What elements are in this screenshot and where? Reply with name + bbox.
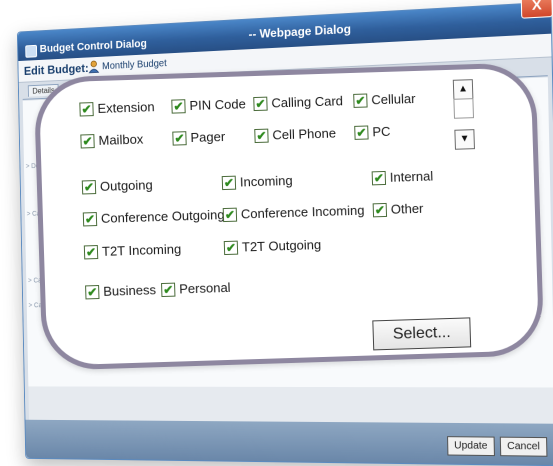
checkmark-icon: ✔ (80, 133, 95, 149)
checkbox-personal[interactable]: ✔ Personal (161, 280, 231, 297)
checkbox-other[interactable]: ✔ Other (372, 200, 424, 218)
user-icon (87, 60, 100, 74)
checkmark-icon: ✔ (353, 92, 368, 108)
window-subtitle: -- Webpage Dialog (248, 21, 352, 42)
checkmark-icon: ✔ (254, 128, 269, 143)
checkbox-label: Pager (190, 128, 226, 146)
cancel-button[interactable]: Cancel (499, 436, 548, 457)
checkmark-icon: ✔ (161, 282, 176, 297)
checkbox-label: Extension (97, 99, 155, 116)
select-button[interactable]: Select... (372, 317, 472, 351)
checkmark-icon: ✔ (171, 98, 186, 114)
checkbox-label: T2T Outgoing (241, 237, 322, 255)
checkbox-label: Personal (178, 279, 231, 297)
checkbox-label: Conference Incoming (240, 202, 365, 222)
checkmark-icon: ✔ (221, 175, 237, 190)
checkbox-label: PC (372, 123, 391, 140)
checkbox-label: Cell Phone (272, 125, 337, 143)
edit-budget-label: Edit Budget: (23, 61, 89, 78)
update-button[interactable]: Update (446, 436, 495, 457)
checkbox-pin-code[interactable]: ✔ PIN Code (171, 96, 247, 114)
checkbox-label: PIN Code (189, 96, 247, 114)
checkbox-label: Business (103, 282, 157, 299)
checkbox-label: T2T Incoming (101, 241, 182, 259)
checkmark-icon: ✔ (222, 207, 238, 222)
checkmark-icon: ✔ (253, 96, 268, 111)
checkbox-label: Internal (389, 168, 434, 185)
checkbox-business[interactable]: ✔ Business (85, 282, 156, 299)
checkbox-label: Incoming (239, 172, 293, 190)
checkbox-extension[interactable]: ✔ Extension (79, 99, 155, 117)
checkbox-t2t-outgoing[interactable]: ✔ T2T Outgoing (223, 237, 322, 255)
checkbox-label: Other (390, 200, 424, 217)
checkbox-cellular[interactable]: ✔ Cellular (353, 91, 416, 108)
checkmark-icon: ✔ (82, 211, 98, 226)
checkmark-icon: ✔ (79, 101, 94, 117)
window-title: Budget Control Dialog (39, 37, 147, 56)
scroll-down-button[interactable]: ▼ (454, 129, 475, 150)
app-icon (25, 44, 38, 58)
checkmark-icon: ✔ (81, 179, 97, 194)
checkbox-t2t-incoming[interactable]: ✔ T2T Incoming (83, 241, 182, 259)
checkbox-calling-card[interactable]: ✔ Calling Card (253, 93, 343, 111)
checkbox-label: Calling Card (271, 93, 344, 111)
magnified-callout: ✔ Extension ✔ PIN Code ✔ Calling Card ✔ … (33, 62, 545, 371)
close-icon: X (531, 0, 542, 13)
checkmark-icon: ✔ (354, 124, 369, 140)
checkbox-cell-phone[interactable]: ✔ Cell Phone (254, 125, 336, 143)
checkmark-icon: ✔ (85, 284, 100, 299)
checkbox-pager[interactable]: ✔ Pager (172, 129, 225, 146)
checkmark-icon: ✔ (223, 240, 239, 255)
checkbox-conference-outgoing[interactable]: ✔ Conference Outgoing (82, 207, 225, 226)
checkbox-label: Outgoing (99, 177, 153, 194)
scroll-track[interactable] (453, 98, 475, 119)
checkbox-pc[interactable]: ✔ PC (354, 124, 391, 140)
checkmark-icon: ✔ (372, 202, 388, 217)
checkbox-outgoing[interactable]: ✔ Outgoing (81, 177, 153, 194)
checkbox-incoming[interactable]: ✔ Incoming (221, 172, 293, 190)
checkbox-label: Cellular (371, 90, 416, 108)
checkmark-icon: ✔ (172, 130, 187, 146)
checkmark-icon: ✔ (83, 244, 99, 259)
close-button[interactable]: X (520, 0, 553, 19)
checkbox-conference-incoming[interactable]: ✔ Conference Incoming (222, 202, 365, 222)
checkbox-internal[interactable]: ✔ Internal (371, 168, 434, 185)
scroll-up-button[interactable]: ▲ (452, 79, 474, 100)
checkmark-icon: ✔ (371, 170, 387, 185)
checkbox-label: Mailbox (98, 131, 144, 148)
bottom-area (28, 386, 553, 424)
dialog-footer: Update Cancel (25, 419, 553, 466)
checkbox-mailbox[interactable]: ✔ Mailbox (80, 131, 144, 149)
budget-name: Monthly Budget (101, 58, 167, 73)
checkbox-label: Conference Outgoing (100, 207, 225, 226)
